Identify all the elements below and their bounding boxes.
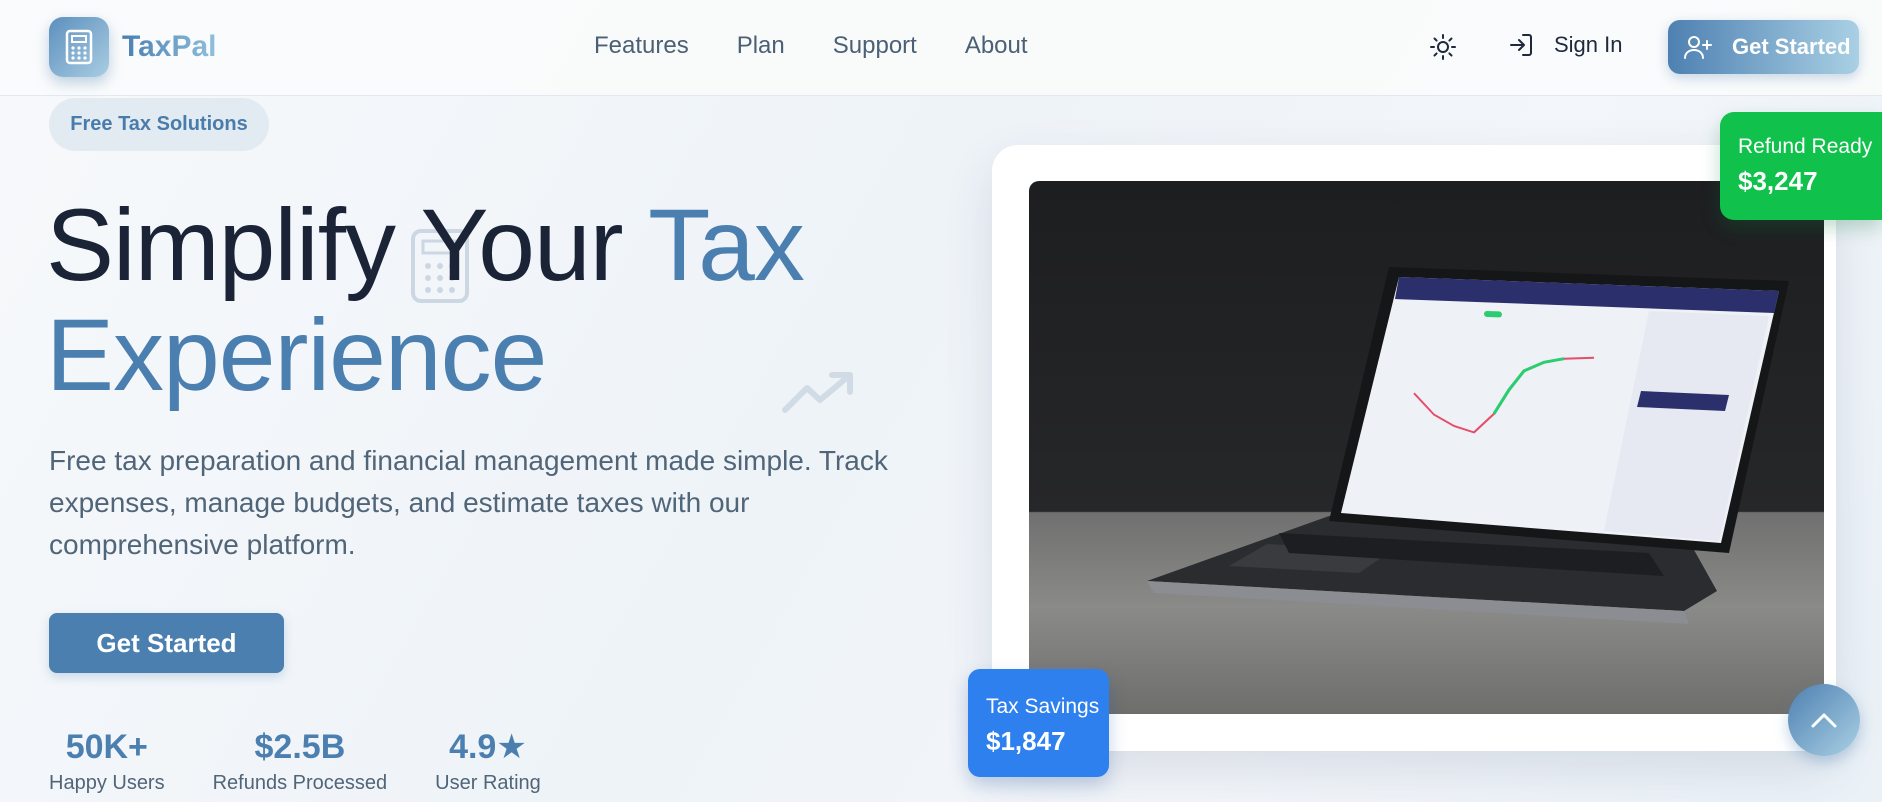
stat-label: Happy Users bbox=[49, 772, 165, 794]
calculator-icon bbox=[49, 17, 109, 77]
stat-value: 4.9★ bbox=[449, 728, 527, 766]
nav-link-features[interactable]: Features bbox=[594, 32, 689, 60]
stat-label: Refunds Processed bbox=[212, 772, 388, 794]
stat-rating: 4.9★ User Rating bbox=[435, 725, 541, 797]
nav-link-about[interactable]: About bbox=[965, 32, 1028, 60]
headline-line2: Experience bbox=[46, 298, 547, 412]
get-started-nav-label: Get Started bbox=[1732, 34, 1851, 59]
savings-badge-title: Tax Savings bbox=[986, 695, 1100, 718]
refund-ready-badge: Refund Ready $3,247 bbox=[1720, 112, 1882, 220]
stat-value: $2.5B bbox=[254, 728, 346, 766]
user-plus-icon bbox=[1684, 36, 1712, 59]
stat-refunds: $2.5B Refunds Processed bbox=[213, 725, 388, 797]
brand-name: TaxPal bbox=[122, 30, 217, 63]
sign-in-label: Sign In bbox=[1554, 32, 1623, 57]
headline-blue-word: Tax bbox=[648, 188, 805, 302]
savings-badge-amount: $1,847 bbox=[986, 726, 1066, 756]
nav-links: Features Plan Support About bbox=[594, 32, 1076, 60]
tax-savings-badge: Tax Savings $1,847 bbox=[968, 669, 1109, 777]
get-started-nav-button[interactable]: Get Started bbox=[1668, 20, 1859, 74]
hero-subtitle: Free tax preparation and financial manag… bbox=[49, 445, 888, 560]
laptop-illustration bbox=[1147, 267, 1789, 624]
brand[interactable]: TaxPal bbox=[49, 17, 217, 77]
refund-badge-amount: $3,247 bbox=[1738, 166, 1818, 196]
stat-happy-users: 50K+ Happy Users bbox=[49, 725, 165, 797]
top-navbar: TaxPal Features Plan Support About Sign … bbox=[0, 0, 1882, 96]
nav-link-plan[interactable]: Plan bbox=[737, 32, 785, 60]
login-arrow-icon bbox=[1510, 34, 1532, 56]
nav-link-support[interactable]: Support bbox=[833, 32, 917, 60]
get-started-cta-button[interactable]: Get Started bbox=[49, 613, 284, 673]
stat-label: User Rating bbox=[435, 772, 541, 794]
sign-in-button[interactable]: Sign In bbox=[1508, 32, 1623, 58]
laptop-photo bbox=[1029, 181, 1824, 714]
trend-up-watermark-icon bbox=[782, 372, 853, 413]
stat-value: 50K+ bbox=[65, 728, 148, 766]
chevron-up-icon bbox=[1811, 713, 1837, 728]
headline-dark-text: Simplify Your bbox=[46, 188, 649, 302]
sun-icon bbox=[1430, 34, 1456, 60]
scroll-to-top-button[interactable] bbox=[1788, 684, 1860, 756]
theme-toggle-button[interactable] bbox=[1428, 32, 1458, 62]
refund-badge-title: Refund Ready bbox=[1738, 135, 1873, 158]
free-tax-pill: Free Tax Solutions bbox=[49, 98, 269, 151]
stats-row: 50K+ Happy Users $2.5B Refunds Processed… bbox=[49, 725, 589, 797]
